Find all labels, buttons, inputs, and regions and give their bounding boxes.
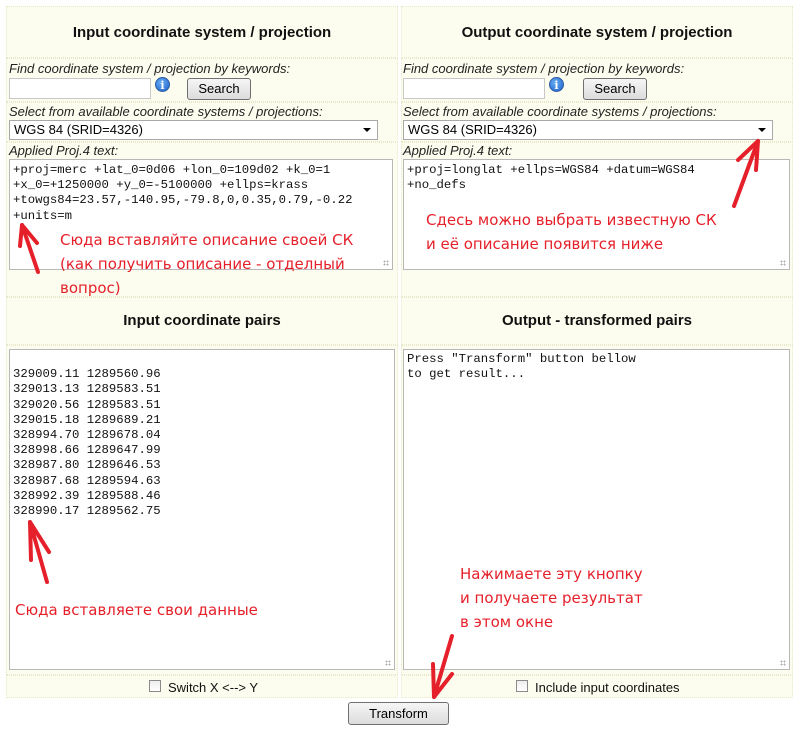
output-pairs-text: Press "Transform" button bellow to get r… — [407, 352, 636, 382]
output-proj-label: Applied Proj.4 text: — [403, 143, 513, 158]
switch-xy-checkbox[interactable] — [149, 680, 161, 692]
output-find-label: Find coordinate system / projection by k… — [403, 61, 685, 76]
output-select-label: Select from available coordinate systems… — [403, 104, 717, 119]
include-input-label[interactable]: Include input coordinates — [535, 680, 680, 695]
output-search-input[interactable] — [403, 78, 545, 99]
annotation-transform: Нажимаете эту кнопку и получаете результ… — [460, 565, 643, 631]
output-cs-selected: WGS 84 (SRID=4326) — [408, 122, 537, 137]
input-proj-text: +proj=merc +lat_0=0d06 +lon_0=109d02 +k_… — [13, 163, 353, 223]
switch-xy-label[interactable]: Switch X <--> Y — [168, 680, 258, 695]
annotation-input-proj: Сюда вставляйте описание своей СК (как п… — [60, 231, 354, 297]
resize-grip-icon[interactable] — [780, 260, 786, 266]
input-proj-label: Applied Proj.4 text: — [9, 143, 119, 158]
annotation-output-select: Сдесь можно выбрать известную СК и её оп… — [426, 211, 717, 253]
output-cs-heading: Output coordinate system / projection — [461, 24, 733, 41]
input-cs-select[interactable]: WGS 84 (SRID=4326) — [9, 120, 378, 140]
input-search-button[interactable]: Search — [187, 78, 251, 100]
input-search-input[interactable] — [9, 78, 151, 99]
transform-button[interactable]: Transform — [348, 702, 449, 725]
input-cs-selected: WGS 84 (SRID=4326) — [14, 122, 143, 137]
output-pairs-heading: Output - transformed pairs — [501, 312, 692, 329]
chevron-down-icon — [758, 128, 766, 132]
info-icon[interactable]: i — [549, 77, 564, 92]
input-cs-heading: Input coordinate system / projection — [72, 24, 332, 41]
output-search-button[interactable]: Search — [583, 78, 647, 100]
annotation-input-data: Сюда вставляете свои данные — [15, 601, 258, 619]
chevron-down-icon — [363, 128, 371, 132]
resize-grip-icon[interactable] — [385, 660, 391, 666]
output-cs-select[interactable]: WGS 84 (SRID=4326) — [403, 120, 773, 140]
input-pairs-text: 329009.11 1289560.96 329013.13 1289583.5… — [13, 367, 161, 519]
input-find-label: Find coordinate system / projection by k… — [9, 61, 291, 76]
resize-grip-icon[interactable] — [780, 660, 786, 666]
info-icon[interactable]: i — [155, 77, 170, 92]
include-input-checkbox[interactable] — [516, 680, 528, 692]
input-pairs-heading: Input coordinate pairs — [123, 312, 281, 329]
output-proj-text: +proj=longlat +ellps=WGS84 +datum=WGS84 … — [407, 163, 695, 193]
resize-grip-icon[interactable] — [383, 260, 389, 266]
input-select-label: Select from available coordinate systems… — [9, 104, 323, 119]
